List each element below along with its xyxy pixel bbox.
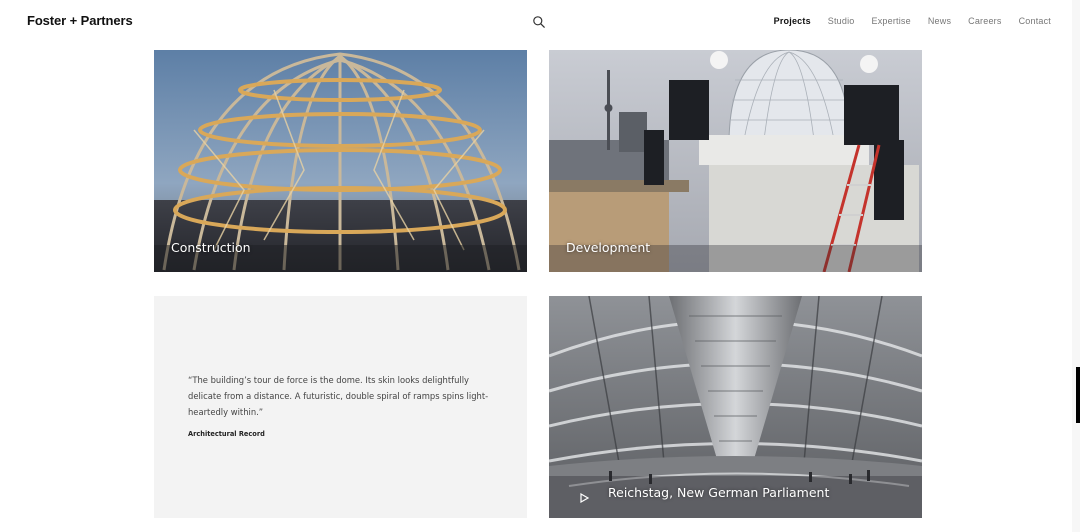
- quote-card: “The building’s tour de force is the dom…: [154, 296, 527, 518]
- quote-text: “The building’s tour de force is the dom…: [188, 372, 508, 420]
- construction-image: [154, 50, 527, 272]
- quote-line: “The building’s tour de force is the dom…: [188, 375, 469, 385]
- quote-source: Architectural Record: [188, 430, 265, 438]
- tile-development[interactable]: Development: [549, 50, 922, 272]
- site-header: Foster + Partners Projects Studio Expert…: [0, 0, 1080, 44]
- tile-label: Development: [566, 240, 651, 255]
- tile-construction[interactable]: Construction: [154, 50, 527, 272]
- tile-label: Construction: [171, 240, 251, 255]
- nav-careers[interactable]: Careers: [968, 16, 1001, 26]
- development-image: [549, 50, 922, 272]
- quote-line: delicate from a distance. A futuristic, …: [188, 391, 489, 401]
- tile-label: Reichstag, New German Parliament: [608, 485, 830, 500]
- nav-projects[interactable]: Projects: [774, 16, 811, 26]
- scroll-indicator[interactable]: [1076, 367, 1080, 423]
- scrollbar-track[interactable]: [1072, 0, 1080, 532]
- nav-contact[interactable]: Contact: [1019, 16, 1051, 26]
- main-nav: Projects Studio Expertise News Careers C…: [757, 16, 1051, 26]
- nav-expertise[interactable]: Expertise: [872, 16, 911, 26]
- search-icon[interactable]: [532, 15, 546, 29]
- tile-reichstag[interactable]: Reichstag, New German Parliament: [549, 296, 922, 518]
- logo[interactable]: Foster + Partners: [27, 13, 133, 28]
- quote-line: heartedly within.”: [188, 407, 264, 417]
- play-icon[interactable]: [579, 490, 590, 504]
- nav-studio[interactable]: Studio: [828, 16, 855, 26]
- nav-news[interactable]: News: [928, 16, 951, 26]
